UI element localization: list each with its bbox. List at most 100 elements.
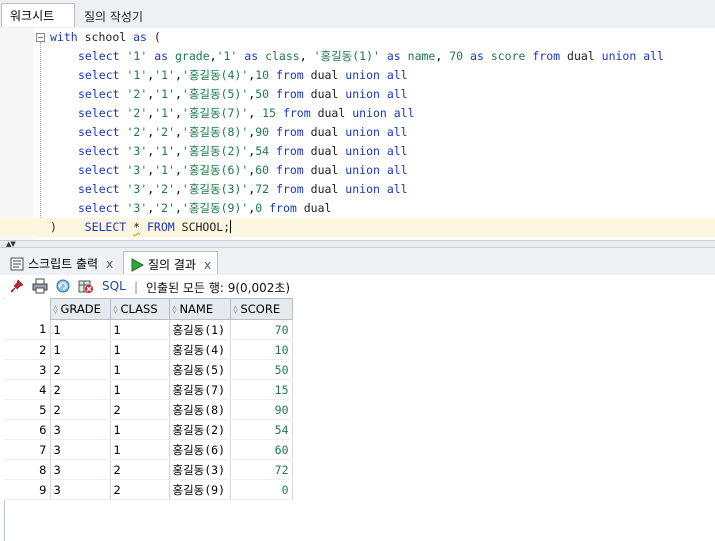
- cell-class[interactable]: 2: [110, 459, 170, 480]
- table-row[interactable]: 6 3 1 홍길동(2) 54: [4, 419, 293, 440]
- code-token: from: [276, 125, 304, 139]
- column-header-grade[interactable]: ◊ GRADE: [49, 298, 111, 320]
- code-token: select: [78, 49, 120, 63]
- cell-score[interactable]: 60: [230, 439, 293, 460]
- code-line: select '3','2','홍길동(3)',72 from dual uni…: [78, 182, 408, 196]
- tab-query-builder[interactable]: 질의 작성기: [76, 3, 151, 27]
- code-token: score: [490, 49, 526, 63]
- column-header-name[interactable]: ◊ NAME: [168, 298, 231, 320]
- code-line: with school as (: [0, 28, 715, 47]
- cell-name[interactable]: 홍길동(2): [169, 419, 231, 440]
- code-token: select: [78, 125, 120, 139]
- cell-name[interactable]: 홍길동(8): [169, 399, 231, 420]
- cell-class[interactable]: 2: [110, 479, 170, 500]
- tab-query-result[interactable]: 질의 결과 x: [123, 251, 219, 275]
- table-row[interactable]: 5 2 2 홍길동(8) 90: [4, 399, 293, 420]
- cell-score[interactable]: 90: [230, 399, 293, 420]
- splitter-arrows-icon[interactable]: ▲▼: [6, 240, 16, 248]
- cell-score[interactable]: 0: [230, 479, 293, 500]
- table-row[interactable]: 9 3 2 홍길동(9) 0: [4, 479, 293, 500]
- cell-name[interactable]: 홍길동(7): [169, 379, 231, 400]
- code-token: '홍길동(9)': [181, 201, 249, 215]
- toolbar-separator: |: [134, 280, 139, 294]
- tab-query-builder-label: 질의 작성기: [84, 10, 144, 24]
- row-number[interactable]: 9: [4, 479, 51, 500]
- column-header-class[interactable]: ◊ CLASS: [109, 298, 170, 320]
- refresh-icon[interactable]: [55, 278, 71, 294]
- code-token: from: [276, 182, 304, 196]
- code-line: select '3','1','홍길동(6)',60 from dual uni…: [78, 163, 408, 177]
- code-token: school: [77, 30, 134, 44]
- run-result-icon: [130, 258, 145, 275]
- row-number[interactable]: 5: [4, 399, 51, 420]
- cell-class[interactable]: 2: [110, 399, 170, 420]
- cell-score[interactable]: 50: [230, 359, 293, 380]
- cell-score[interactable]: 72: [230, 459, 293, 480]
- cell-grade[interactable]: 3: [50, 439, 111, 460]
- sql-button[interactable]: SQL: [102, 279, 126, 293]
- cell-score[interactable]: 15: [230, 379, 293, 400]
- cell-name[interactable]: 홍길동(3): [169, 459, 231, 480]
- table-row[interactable]: 7 3 1 홍길동(6) 60: [4, 439, 293, 460]
- sort-icon: ◊: [233, 305, 238, 314]
- cell-grade[interactable]: 2: [50, 399, 111, 420]
- cell-class[interactable]: 1: [110, 319, 170, 340]
- code-token: union all: [345, 182, 408, 196]
- cell-grade[interactable]: 1: [50, 319, 111, 340]
- table-row[interactable]: 8 3 2 홍길동(3) 72: [4, 459, 293, 480]
- code-token: *: [133, 220, 141, 234]
- cancel-query-icon[interactable]: [78, 278, 94, 294]
- cell-grade[interactable]: 3: [50, 459, 111, 480]
- table-row[interactable]: 2 1 1 홍길동(4) 10: [4, 339, 293, 360]
- cell-name[interactable]: 홍길동(4): [169, 339, 231, 360]
- cell-score[interactable]: 70: [230, 319, 293, 340]
- row-number[interactable]: 4: [4, 379, 51, 400]
- cell-name[interactable]: 홍길동(1): [169, 319, 231, 340]
- row-number[interactable]: 3: [4, 359, 51, 380]
- row-number[interactable]: 8: [4, 459, 51, 480]
- row-number[interactable]: 6: [4, 419, 51, 440]
- cell-class[interactable]: 1: [110, 359, 170, 380]
- output-tab-strip: 스크립트 출력 x 질의 결과 x: [0, 248, 715, 276]
- tab-worksheet[interactable]: 워크시트: [1, 3, 75, 27]
- row-number[interactable]: 2: [4, 339, 51, 360]
- cell-name[interactable]: 홍길동(5): [169, 359, 231, 380]
- code-token: dual: [310, 163, 339, 177]
- cell-grade[interactable]: 3: [50, 479, 111, 500]
- results-grid[interactable]: ◊ GRADE ◊ CLASS ◊ NAME ◊ SCORE 1 1 1 홍길동(1) 70 2…: [0, 298, 715, 541]
- sql-editor[interactable]: − with school as ( select '1' as grade,'…: [0, 28, 715, 240]
- code-token: '홍길동(7)': [181, 106, 249, 120]
- code-token: dual: [310, 68, 339, 82]
- print-icon[interactable]: [32, 278, 48, 294]
- tab-script-output[interactable]: 스크립트 출력 x: [4, 251, 119, 274]
- code-token: '1': [154, 68, 175, 82]
- code-token: as: [386, 49, 401, 63]
- cell-class[interactable]: 1: [110, 419, 170, 440]
- cell-grade[interactable]: 2: [50, 379, 111, 400]
- row-number[interactable]: 7: [4, 439, 51, 460]
- close-icon[interactable]: x: [106, 257, 113, 271]
- code-token: '홍길동(1)': [313, 49, 380, 63]
- code-line: select '2','1','홍길동(7)', 15 from dual un…: [78, 106, 415, 120]
- cell-score[interactable]: 54: [230, 419, 293, 440]
- cell-grade[interactable]: 2: [50, 359, 111, 380]
- pane-splitter[interactable]: ▲▼: [0, 240, 715, 248]
- code-token: 54: [255, 144, 270, 158]
- pin-icon[interactable]: [9, 278, 25, 294]
- cell-grade[interactable]: 1: [50, 339, 111, 360]
- column-header-score[interactable]: ◊ SCORE: [229, 298, 293, 320]
- cell-class[interactable]: 1: [110, 339, 170, 360]
- cell-name[interactable]: 홍길동(9): [169, 479, 231, 500]
- cell-class[interactable]: 1: [110, 379, 170, 400]
- cell-grade[interactable]: 3: [50, 419, 111, 440]
- cell-class[interactable]: 1: [110, 439, 170, 460]
- cell-score[interactable]: 10: [230, 339, 293, 360]
- code-token: '3': [126, 182, 148, 196]
- table-row[interactable]: 4 2 1 홍길동(7) 15: [4, 379, 293, 400]
- table-row[interactable]: 1 1 1 홍길동(1) 70: [4, 319, 293, 340]
- table-row[interactable]: 3 2 1 홍길동(5) 50: [4, 359, 293, 380]
- close-icon[interactable]: x: [204, 258, 211, 272]
- cell-name[interactable]: 홍길동(6): [169, 439, 231, 460]
- row-number[interactable]: 1: [4, 319, 51, 340]
- code-token: union all: [345, 68, 408, 82]
